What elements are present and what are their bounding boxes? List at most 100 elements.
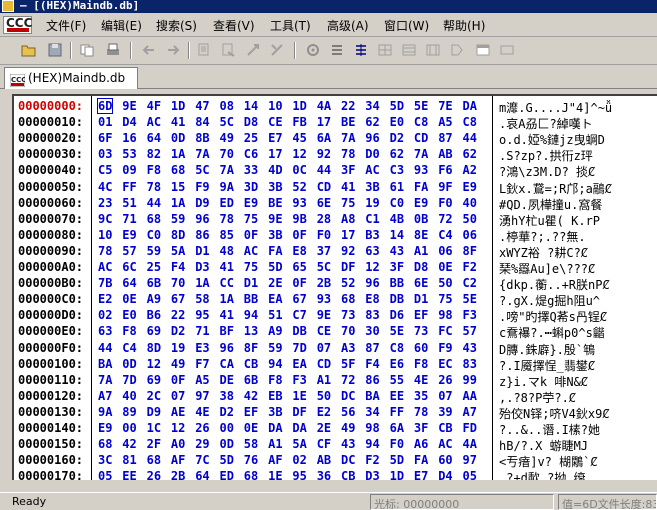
columns-icon[interactable] (352, 41, 370, 59)
hex-byte[interactable]: 72 (438, 212, 452, 226)
hex-byte[interactable]: 68 (147, 453, 161, 467)
hex-byte[interactable]: F3 (463, 308, 477, 322)
hex-byte[interactable]: 1C (147, 421, 161, 435)
hex-row[interactable]: 00000020: 6F 16 64 0D 8B 49 25 E7 45 6A 7A 96 D2 CD 87 4… (14, 130, 657, 147)
hex-byte[interactable]: F0 (438, 196, 452, 210)
hex-byte[interactable]: C6 (244, 147, 258, 161)
hex-byte[interactable]: 0F (171, 373, 185, 387)
hex-row[interactable]: 00000050: 4C FF 78 15 F9 9A 3D 3B 52 CD 41 3B 61 FA 9F E… (14, 179, 657, 196)
hex-byte[interactable]: 98 (365, 421, 379, 435)
hex-byte[interactable]: 10 (98, 228, 112, 242)
hex-byte[interactable]: 41 (220, 308, 234, 322)
hex-byte[interactable]: 86 (195, 228, 209, 242)
hex-byte[interactable]: 93 (292, 196, 306, 210)
hex-byte[interactable]: EF (244, 405, 258, 419)
hex-byte[interactable]: F7 (195, 357, 209, 371)
hex-byte[interactable]: 12 (365, 260, 379, 274)
hex-byte[interactable]: 1A (171, 196, 185, 210)
list-icon[interactable] (328, 41, 346, 59)
hex-byte[interactable]: CB (341, 469, 355, 480)
hex-byte[interactable]: 83 (463, 357, 477, 371)
hex-byte[interactable]: DE (220, 373, 234, 387)
hex-byte[interactable]: CE (268, 115, 282, 129)
hex-byte[interactable]: 1D (390, 469, 404, 480)
hex-byte[interactable]: 5D (390, 453, 404, 467)
hex-byte[interactable]: D8 (414, 260, 428, 274)
hex-byte[interactable]: 03 (98, 147, 112, 161)
hex-row[interactable]: 00000000: 6D 9E 4F 1D 47 08 14 10 1D 4A 22 34 5D 5E 7E D… (14, 98, 657, 115)
hex-byte[interactable]: F2 (463, 260, 477, 274)
hex-byte[interactable]: D1 (414, 292, 428, 306)
hex-byte[interactable]: 0E (244, 421, 258, 435)
hex-editor[interactable]: 00000000: 6D 9E 4F 1D 47 08 14 10 1D 4A 22 34 5D 5E 7E D… (12, 94, 657, 480)
hex-byte[interactable]: F9 (195, 180, 209, 194)
hex-byte[interactable]: 73 (341, 308, 355, 322)
hex-byte[interactable]: 84 (195, 115, 209, 129)
hex-byte[interactable]: FF (390, 405, 404, 419)
hex-byte[interactable]: 2B (171, 469, 185, 480)
hex-byte[interactable]: 6A (317, 131, 331, 145)
hex-byte[interactable]: 3C (98, 453, 112, 467)
hex-byte[interactable]: 83 (365, 308, 379, 322)
hex-byte[interactable]: 67 (292, 292, 306, 306)
grid2-icon[interactable] (400, 41, 418, 59)
hex-byte[interactable]: 3B (268, 180, 282, 194)
hex-byte[interactable]: 0D (220, 437, 234, 451)
hex-byte[interactable]: 52 (292, 180, 306, 194)
hex-byte[interactable]: 1D (292, 99, 306, 113)
hex-byte[interactable]: 75 (244, 212, 258, 226)
hex-byte[interactable]: AC (438, 437, 452, 451)
hex-byte[interactable]: 02 (292, 453, 306, 467)
tag-icon[interactable] (448, 41, 466, 59)
hex-byte[interactable]: 6B (147, 276, 161, 290)
hex-row[interactable]: 00000080: 10 E9 C0 8D 86 85 0F 3B 0F F0 17 B3 14 8E C4 0… (14, 227, 657, 244)
hex-byte[interactable]: 3B (268, 405, 282, 419)
hex-byte[interactable]: 05 (463, 469, 477, 480)
hex-byte[interactable]: 00 (220, 421, 234, 435)
hex-byte[interactable]: 8B (195, 131, 209, 145)
hex-byte[interactable]: 44 (147, 196, 161, 210)
hex-byte[interactable]: 58 (195, 292, 209, 306)
hex-row[interactable]: 00000160: 3C 81 68 AF 7C 5D 76 AF 02 AB DC F2 5D FA 60 9… (14, 452, 657, 469)
copy-icon[interactable] (78, 41, 96, 59)
hex-byte[interactable]: 26 (438, 373, 452, 387)
hex-byte[interactable]: A8 (341, 212, 355, 226)
hex-byte[interactable]: 9E (122, 99, 136, 113)
hex-byte[interactable]: C7 (292, 308, 306, 322)
hex-byte[interactable]: 97 (195, 389, 209, 403)
hex-byte[interactable]: F2 (365, 453, 379, 467)
hex-byte[interactable]: 7A (341, 131, 355, 145)
hex-byte[interactable]: 50 (438, 276, 452, 290)
hex-byte[interactable]: A9 (147, 292, 161, 306)
hex-byte[interactable]: 4D (268, 163, 282, 177)
hex-byte[interactable]: 78 (98, 244, 112, 258)
hex-byte[interactable]: 12 (171, 421, 185, 435)
hex-byte[interactable]: C5 (98, 163, 112, 177)
hex-byte[interactable]: 59 (268, 341, 282, 355)
hex-row[interactable]: 00000140: E9 00 1C 12 26 00 0E DA DA 2E 49 98 6A 3F CB F… (14, 420, 657, 437)
hex-byte[interactable]: DF (341, 260, 355, 274)
hex-byte[interactable]: 26 (147, 469, 161, 480)
hex-byte[interactable]: DB (292, 324, 306, 338)
hex-byte[interactable]: AF (171, 453, 185, 467)
hex-byte[interactable]: 01 (98, 115, 112, 129)
hex-byte[interactable]: E9 (98, 421, 112, 435)
hex-byte[interactable]: 95 (292, 469, 306, 480)
hex-byte[interactable]: 3F (414, 421, 428, 435)
hex-byte[interactable]: 7A (414, 147, 428, 161)
hex-byte[interactable]: DA (463, 99, 477, 113)
hex-row[interactable]: 00000110: 7A 7D 69 0F A5 DE 6B F8 F3 A1 72 86 55 4E 26 9… (14, 372, 657, 389)
hex-byte[interactable]: 93 (317, 292, 331, 306)
hex-byte[interactable]: 0F (244, 228, 258, 242)
hex-byte[interactable]: E8 (365, 292, 379, 306)
hex-byte[interactable]: 7D (292, 341, 306, 355)
hex-byte[interactable]: D1 (244, 276, 258, 290)
hex-byte[interactable]: 7D (122, 373, 136, 387)
hex-byte[interactable]: 0D (171, 131, 185, 145)
hex-byte[interactable]: BA (365, 389, 379, 403)
hex-byte[interactable]: E9 (244, 196, 258, 210)
hex-byte[interactable]: C0 (147, 228, 161, 242)
hex-byte[interactable]: 95 (195, 308, 209, 322)
hex-byte[interactable]: E0 (390, 115, 404, 129)
hex-byte[interactable]: DC (341, 389, 355, 403)
